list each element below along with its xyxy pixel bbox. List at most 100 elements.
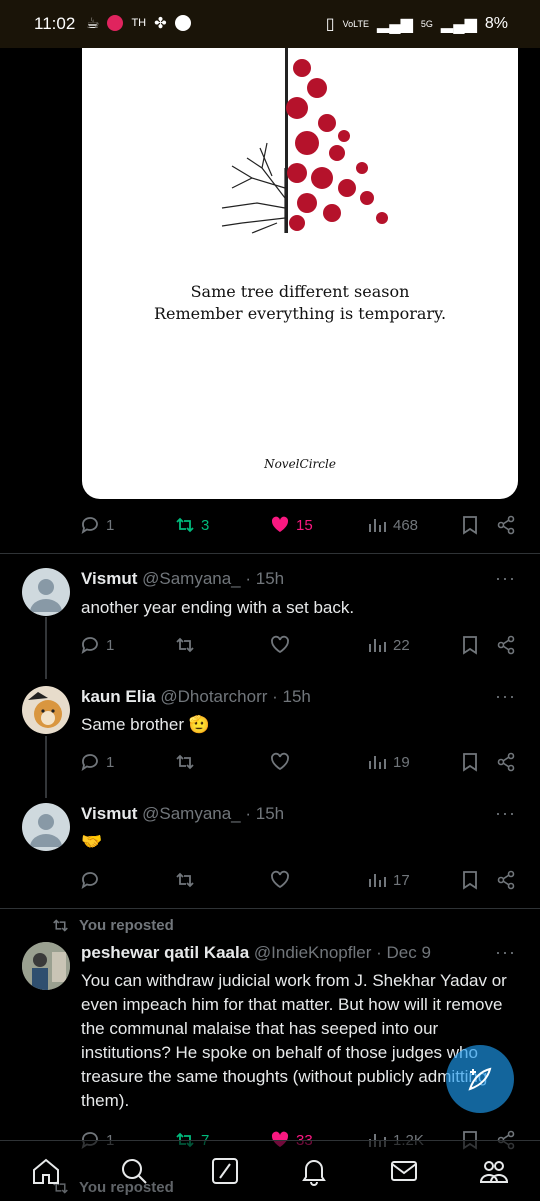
user-handle[interactable]: @Dhotarchorr [160, 687, 267, 706]
views-count: 22 [393, 636, 410, 654]
compose-feather-icon [468, 1067, 492, 1091]
bookmark-icon [463, 516, 477, 535]
divider [0, 908, 540, 909]
repost-button[interactable] [175, 870, 195, 890]
comment-action-bar: 1 22 [80, 635, 520, 659]
spotify-icon [174, 15, 191, 31]
repost-button[interactable] [175, 635, 195, 655]
system-icons: ▯ VoLTE ▂▄▆ 5G ▂▄▆ 8% [326, 14, 508, 34]
views-button[interactable]: 468 [367, 515, 418, 535]
notification-icon: ☕ [86, 15, 100, 32]
views-icon [369, 639, 386, 652]
views-button[interactable]: 17 [367, 870, 410, 890]
bookmark-button[interactable] [460, 515, 480, 535]
like-button[interactable] [270, 870, 290, 890]
notification-icons: ☕ TH ✤ [86, 14, 191, 32]
share-button[interactable] [496, 635, 516, 655]
comment-header: Vismut @Samyana_ · 15h [81, 569, 284, 589]
bookmark-icon [463, 753, 477, 772]
heart-icon [271, 635, 289, 654]
repost-count: 3 [201, 516, 210, 534]
search-icon[interactable] [118, 1155, 150, 1187]
post-action-bar: 1 3 15 468 [80, 515, 520, 539]
reply-button[interactable]: 1 [80, 752, 114, 772]
views-icon [369, 756, 386, 769]
tree-illustration [221, 48, 388, 234]
grok-icon[interactable] [209, 1155, 241, 1187]
more-options-button[interactable]: ··· [495, 942, 516, 963]
user-name[interactable]: Vismut [81, 569, 137, 588]
share-button[interactable] [496, 752, 516, 772]
home-icon[interactable] [30, 1155, 62, 1187]
share-icon [497, 515, 515, 535]
like-button[interactable] [270, 752, 290, 772]
views-button[interactable]: 22 [367, 635, 410, 655]
heart-icon [271, 870, 289, 889]
quote-line-1: Same tree different season [190, 282, 410, 301]
repost-button[interactable] [175, 752, 195, 772]
post-media-image[interactable]: Same tree different season Remember ever… [82, 48, 518, 499]
share-button[interactable] [496, 515, 516, 535]
user-name[interactable]: kaun Elia [81, 687, 156, 706]
reply-button[interactable]: 1 [80, 515, 114, 535]
communities-icon[interactable] [478, 1155, 510, 1187]
default-avatar-icon [30, 579, 62, 612]
photo-avatar-icon [22, 942, 70, 990]
share-button[interactable] [496, 870, 516, 890]
user-name[interactable]: Vismut [81, 804, 137, 823]
repost-label: You reposted [79, 917, 174, 934]
avatar[interactable] [22, 568, 70, 616]
more-options-button[interactable]: ··· [495, 686, 516, 707]
like-button[interactable]: 15 [270, 515, 313, 535]
messages-icon[interactable] [388, 1155, 420, 1187]
bookmark-icon [463, 871, 477, 890]
quote-line-2: Remember everything is temporary. [153, 304, 447, 323]
views-icon [369, 874, 386, 887]
user-handle[interactable]: @IndieKnopfler [254, 943, 371, 962]
quote-text: Same tree different season Remember ever… [82, 281, 518, 325]
repost-icon [176, 754, 194, 770]
salute-emoji-icon: 🫡 [188, 715, 210, 734]
user-handle[interactable]: @Samyana_ [142, 569, 241, 588]
user-handle[interactable]: @Samyana_ [142, 804, 241, 823]
repost-icon [176, 872, 194, 888]
dog-avatar-icon [28, 692, 62, 728]
repost-button[interactable]: 3 [175, 515, 209, 535]
thread-line [45, 736, 47, 798]
compose-button[interactable] [446, 1045, 514, 1113]
bottom-nav: You reposted [0, 1140, 540, 1201]
comment-text: Same brother 🫡 [81, 713, 210, 737]
post-header: peshewar qatil Kaala @IndieKnopfler · De… [81, 943, 431, 963]
reply-icon [81, 872, 98, 890]
avatar[interactable] [22, 942, 70, 990]
reply-button[interactable]: 1 [80, 635, 114, 655]
comment-action-bar: 17 [80, 870, 520, 894]
views-button[interactable]: 19 [367, 752, 410, 772]
views-count: 17 [393, 871, 410, 889]
views-icon [369, 519, 386, 532]
handshake-emoji-icon: 🤝 [81, 832, 103, 851]
reply-button[interactable] [80, 870, 100, 890]
user-name[interactable]: peshewar qatil Kaala [81, 943, 249, 962]
bookmark-button[interactable] [460, 752, 480, 772]
repost-indicator: You reposted [52, 1179, 174, 1196]
5g-label: 5G [420, 19, 433, 29]
reply-count: 1 [106, 636, 115, 654]
bookmark-icon [463, 636, 477, 655]
like-button[interactable] [270, 635, 290, 655]
reply-count: 1 [106, 753, 115, 771]
divider [0, 553, 540, 554]
avatar[interactable] [22, 803, 70, 851]
avatar[interactable] [22, 686, 70, 734]
bookmark-button[interactable] [460, 870, 480, 890]
share-icon [497, 635, 515, 655]
more-options-button[interactable]: ··· [495, 568, 516, 589]
status-time: 11:02 [34, 14, 76, 33]
bookmark-button[interactable] [460, 635, 480, 655]
notifications-icon[interactable] [298, 1155, 330, 1187]
comment-header: kaun Elia @Dhotarchorr · 15h [81, 687, 311, 707]
reply-icon [81, 517, 98, 535]
views-count: 19 [393, 753, 410, 771]
more-options-button[interactable]: ··· [495, 803, 516, 824]
post-time: · 15h [272, 687, 311, 706]
